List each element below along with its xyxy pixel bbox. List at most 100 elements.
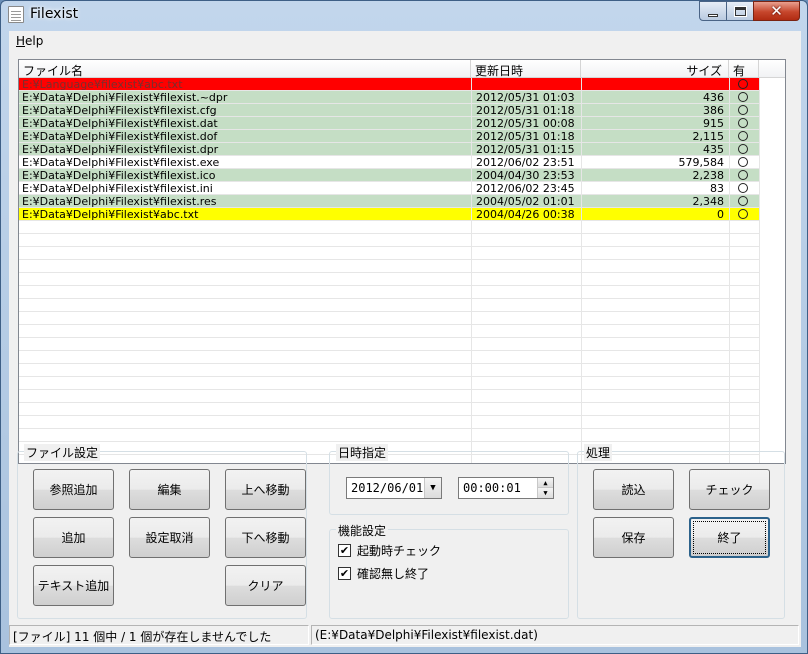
grid-line [19, 90, 759, 91]
circle-icon [738, 183, 748, 193]
grid-line [19, 311, 759, 312]
app-notepad-icon [8, 6, 24, 23]
circle-icon [738, 170, 748, 180]
client-area: Help ファイル名 更新日時 サイズ 有 E:¥Language¥filexi… [9, 31, 801, 647]
grid-line [19, 233, 759, 234]
time-spin-down-button[interactable]: ▼ [537, 488, 553, 498]
grid-line [19, 376, 759, 377]
minimize-icon [708, 13, 718, 17]
save-button[interactable]: 保存 [593, 517, 674, 558]
grid-line [19, 129, 759, 130]
grid-line [19, 363, 759, 364]
browse-add-button[interactable]: 参照追加 [33, 469, 114, 510]
maximize-button[interactable] [726, 1, 754, 21]
grid-line [19, 350, 759, 351]
close-button[interactable]: ✕ [753, 1, 800, 21]
quit-button[interactable]: 終了 [689, 517, 770, 558]
grid-line [19, 428, 759, 429]
grid-line [19, 116, 759, 117]
grid-line [19, 168, 759, 169]
arrow-down-icon: ▼ [543, 489, 548, 497]
grid-line [19, 207, 759, 208]
datetime-group: 日時指定 2012/06/01 ▼ 00:00:01 ▲ ▼ [329, 444, 569, 515]
grid-line [19, 246, 759, 247]
time-spin-up-button[interactable]: ▲ [537, 478, 553, 488]
process-title: 処理 [584, 444, 613, 461]
circle-icon [738, 131, 748, 141]
file-settings-group: ファイル設定 参照追加 編集 上へ移動 追加 設定取消 下へ移動 テキスト追加 … [17, 444, 307, 619]
chevron-down-icon: ▼ [430, 483, 436, 493]
startup-check-checkbox[interactable]: ✔ 起動時チェック [338, 542, 441, 558]
column-header-modified[interactable]: 更新日時 [471, 60, 581, 78]
startup-check-label: 起動時チェック [357, 543, 442, 558]
grid-line [19, 155, 759, 156]
close-icon: ✕ [770, 1, 783, 20]
datetime-title: 日時指定 [336, 444, 389, 461]
circle-icon [738, 118, 748, 128]
file-list[interactable]: ファイル名 更新日時 サイズ 有 E:¥Language¥filexist¥ab… [18, 59, 786, 464]
time-spinner: ▲ ▼ [537, 478, 553, 498]
grid-line [19, 415, 759, 416]
menu-help-label: elp [25, 34, 44, 48]
load-button[interactable]: 読込 [593, 469, 674, 510]
edit-button[interactable]: 編集 [129, 469, 210, 510]
file-settings-title: ファイル設定 [24, 444, 101, 461]
move-up-button[interactable]: 上へ移動 [225, 469, 306, 510]
quit-no-confirm-box[interactable]: ✔ [338, 566, 351, 580]
circle-icon [738, 105, 748, 115]
date-picker[interactable]: 2012/06/01 ▼ [346, 477, 442, 499]
checkmark-icon: ✔ [339, 543, 350, 557]
grid-line [19, 142, 759, 143]
status-current-file: (E:¥Data¥Delphi¥Filexist¥filexist.dat) [311, 625, 799, 645]
menu-bar: Help [9, 31, 801, 51]
column-header-filename[interactable]: ファイル名 [19, 60, 471, 78]
circle-icon [738, 209, 748, 219]
menu-help-mnemonic: H [16, 34, 26, 48]
menu-help[interactable]: Help [16, 34, 43, 48]
arrow-up-icon: ▲ [543, 478, 548, 487]
startup-check-box[interactable]: ✔ [338, 543, 351, 557]
add-button[interactable]: 追加 [33, 517, 114, 558]
date-value: 2012/06/01 [351, 481, 424, 495]
circle-icon [738, 144, 748, 154]
circle-icon [738, 157, 748, 167]
move-down-button[interactable]: 下へ移動 [225, 517, 306, 558]
window-title: Filexist [30, 6, 79, 22]
column-grid-line [581, 78, 582, 463]
grid-line [19, 259, 759, 260]
process-group: 処理 読込 チェック 保存 終了 [577, 444, 785, 619]
status-summary: [ファイル] 11 個中 / 1 個が存在しませんでした [9, 625, 309, 645]
grid-line [19, 402, 759, 403]
checkmark-icon: ✔ [339, 566, 350, 580]
grid-line [19, 441, 759, 442]
column-grid-line [759, 78, 760, 463]
text-add-button[interactable]: テキスト追加 [33, 565, 114, 606]
column-header-exists[interactable]: 有 [729, 60, 759, 78]
grid-line [19, 181, 759, 182]
circle-icon [738, 92, 748, 102]
title-bar[interactable]: Filexist ✕ [1, 1, 807, 29]
circle-icon [738, 79, 748, 89]
check-button[interactable]: チェック [689, 469, 770, 510]
column-header-size[interactable]: サイズ [581, 60, 729, 78]
grid-line [19, 337, 759, 338]
grid-line [19, 103, 759, 104]
circle-icon [738, 196, 748, 206]
clear-button[interactable]: クリア [225, 565, 306, 606]
minimize-button[interactable] [699, 1, 727, 21]
column-grid-line [729, 78, 730, 463]
app-window: Filexist ✕ Help ファイル名 更新日時 サイズ 有 E:¥Lang… [0, 0, 808, 654]
time-picker[interactable]: 00:00:01 ▲ ▼ [458, 477, 554, 499]
maximize-icon [733, 5, 747, 17]
quit-no-confirm-checkbox[interactable]: ✔ 確認無し終了 [338, 565, 429, 581]
grid-line [19, 298, 759, 299]
grid-line [19, 285, 759, 286]
file-list-header: ファイル名 更新日時 サイズ 有 [19, 60, 785, 78]
quit-no-confirm-label: 確認無し終了 [357, 566, 430, 581]
status-bar: [ファイル] 11 個中 / 1 個が存在しませんでした (E:¥Data¥De… [9, 623, 801, 647]
grid-line [19, 272, 759, 273]
grid-line [19, 324, 759, 325]
feature-settings-title: 機能設定 [336, 522, 389, 539]
date-dropdown-button[interactable]: ▼ [424, 478, 441, 498]
remove-setting-button[interactable]: 設定取消 [129, 517, 210, 558]
